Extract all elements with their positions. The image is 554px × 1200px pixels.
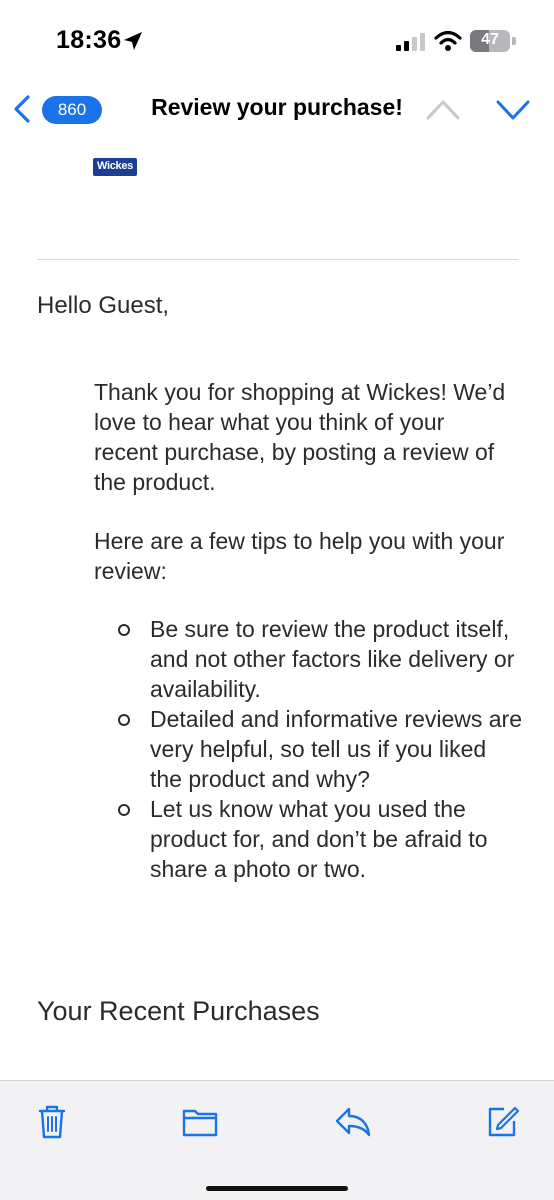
folder-icon[interactable]: [180, 1101, 220, 1141]
battery-level: 47: [481, 31, 499, 48]
bullet-circle-icon: [118, 624, 130, 636]
reply-icon[interactable]: [333, 1101, 373, 1141]
battery-cap: [512, 37, 516, 45]
compose-icon[interactable]: [482, 1101, 522, 1141]
list-item: Be sure to review the product itself, an…: [94, 614, 524, 704]
list-item: Detailed and informative reviews are ver…: [94, 704, 524, 794]
wickes-logo: Wickes: [93, 158, 137, 176]
back-button[interactable]: 860: [8, 90, 102, 128]
list-item: Let us know what you used the product fo…: [94, 794, 524, 884]
tips-intro-paragraph: Here are a few tips to help you with you…: [94, 528, 505, 584]
location-arrow-icon: [124, 32, 142, 50]
status-time: 18:36: [56, 26, 122, 54]
bottom-toolbar: [0, 1080, 554, 1200]
tip-text: Detailed and informative reviews are ver…: [150, 706, 523, 792]
wifi-icon: [434, 30, 462, 51]
recent-purchases-heading: Your Recent Purchases: [37, 996, 320, 1026]
battery-indicator: 47: [470, 30, 518, 52]
trash-icon[interactable]: [32, 1101, 72, 1141]
cellular-signal-icon: [396, 33, 425, 51]
home-indicator[interactable]: [206, 1186, 348, 1191]
previous-message-chevron-up-icon[interactable]: [424, 94, 462, 124]
email-subject-title: Review your purchase!: [151, 94, 403, 120]
bullet-circle-icon: [118, 804, 130, 816]
nav-bar: 860 Review your purchase!: [0, 80, 554, 138]
tip-text: Be sure to review the product itself, an…: [150, 616, 515, 702]
tip-text: Let us know what you used the product fo…: [150, 796, 488, 882]
header-divider: [37, 259, 518, 260]
logo-text: Wickes: [96, 160, 133, 172]
status-bar: 18:36 47: [0, 0, 554, 80]
intro-paragraph: Thank you for shopping at Wickes! We’d l…: [94, 379, 506, 495]
greeting-text: Hello Guest,: [37, 292, 170, 319]
chevron-left-icon: [14, 95, 30, 123]
unread-count-badge: 860: [42, 96, 102, 124]
next-message-chevron-down-icon[interactable]: [494, 94, 532, 124]
tips-list: Be sure to review the product itself, an…: [94, 614, 524, 884]
bullet-circle-icon: [118, 714, 130, 726]
